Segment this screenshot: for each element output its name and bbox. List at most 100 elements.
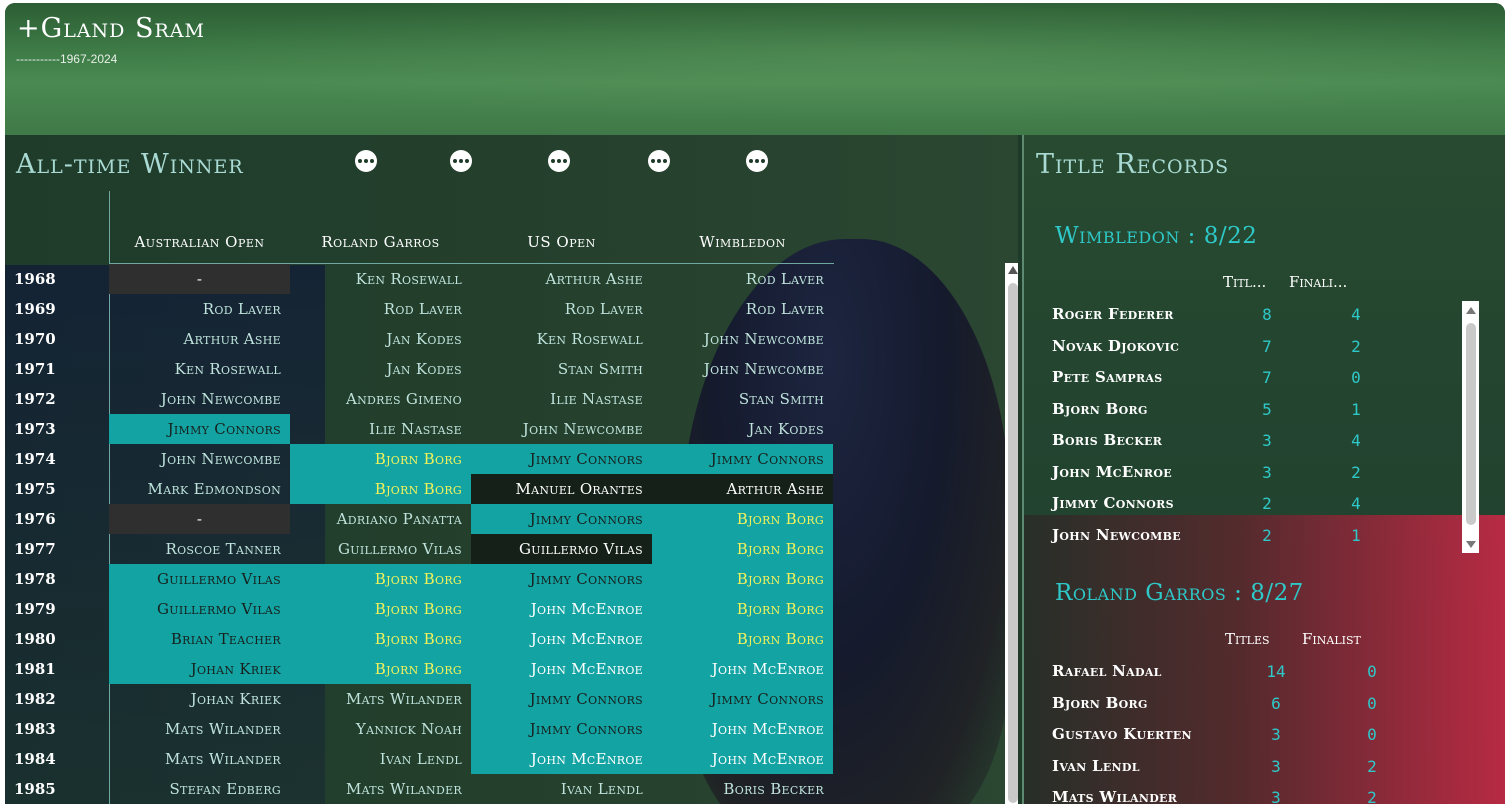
winner-cell[interactable]: Mats Wilander xyxy=(290,684,471,714)
winner-cell[interactable]: Johan Kriek xyxy=(109,654,290,684)
scroll-down-arrow-icon[interactable] xyxy=(1466,541,1476,548)
winner-cell[interactable]: John Newcombe xyxy=(652,324,833,354)
winner-cell[interactable]: Ken Rosewall xyxy=(471,324,652,354)
winner-cell[interactable]: Ivan Lendl xyxy=(290,744,471,774)
winner-cell[interactable]: Guillermo Vilas xyxy=(471,534,652,564)
winner-cell[interactable]: John Newcombe xyxy=(109,384,290,414)
finalist-column-header[interactable]: Finalist xyxy=(1302,630,1361,648)
winner-cell[interactable]: Brian Teacher xyxy=(109,624,290,654)
winner-cell[interactable]: Jimmy Connors xyxy=(471,564,652,594)
record-row[interactable]: Pete Sampras 7 0 xyxy=(1052,368,1432,399)
winner-cell[interactable]: Bjorn Borg xyxy=(652,624,833,654)
record-row[interactable]: Ivan Lendl 3 2 xyxy=(1052,757,1432,788)
winner-cell[interactable]: Jan Kodes xyxy=(290,354,471,384)
winner-cell[interactable]: John McEnroe xyxy=(471,654,652,684)
winner-cell[interactable]: Arthur Ashe xyxy=(652,474,833,504)
winner-cell[interactable]: Yannick Noah xyxy=(290,714,471,744)
winner-cell[interactable]: Jimmy Connors xyxy=(471,714,652,744)
scroll-up-arrow-icon[interactable] xyxy=(1008,266,1018,274)
winner-cell[interactable]: John McEnroe xyxy=(652,654,833,684)
winner-cell[interactable]: Jan Kodes xyxy=(652,414,833,444)
winner-cell[interactable]: John Newcombe xyxy=(109,444,290,474)
winner-cell[interactable]: Rod Laver xyxy=(471,294,652,324)
more-options-icon[interactable] xyxy=(450,150,472,172)
record-row[interactable]: Roger Federer 8 4 xyxy=(1052,305,1432,336)
winner-cell[interactable]: Bjorn Borg xyxy=(290,564,471,594)
winner-cell[interactable]: John Newcombe xyxy=(652,354,833,384)
winner-cell[interactable]: Rod Laver xyxy=(290,294,471,324)
winner-cell[interactable]: Ken Rosewall xyxy=(290,264,471,294)
winner-cell[interactable]: Ken Rosewall xyxy=(109,354,290,384)
winner-cell[interactable]: Ilie Nastase xyxy=(290,414,471,444)
winner-cell[interactable]: Mats Wilander xyxy=(290,774,471,804)
titles-column-header[interactable]: Titl... xyxy=(1223,273,1266,291)
winner-cell[interactable]: Rod Laver xyxy=(652,294,833,324)
winner-cell[interactable]: Mark Edmondson xyxy=(109,474,290,504)
winner-cell[interactable]: Bjorn Borg xyxy=(290,474,471,504)
winner-cell[interactable]: Boris Becker xyxy=(652,774,833,804)
winner-cell[interactable]: Bjorn Borg xyxy=(290,444,471,474)
winner-cell[interactable]: - xyxy=(109,504,290,534)
winner-cell[interactable]: Bjorn Borg xyxy=(652,564,833,594)
scroll-up-arrow-icon[interactable] xyxy=(1466,307,1476,314)
more-options-icon[interactable] xyxy=(548,150,570,172)
winner-cell[interactable]: Ilie Nastase xyxy=(471,384,652,414)
winner-cell[interactable]: John McEnroe xyxy=(652,744,833,774)
record-row[interactable]: Bjorn Borg 6 0 xyxy=(1052,694,1432,725)
winner-cell[interactable]: Jimmy Connors xyxy=(652,444,833,474)
winner-cell[interactable]: Mats Wilander xyxy=(109,714,290,744)
winner-cell[interactable]: Manuel Orantes xyxy=(471,474,652,504)
winner-cell[interactable]: Johan Kriek xyxy=(109,684,290,714)
winner-cell[interactable]: - xyxy=(109,264,290,294)
column-header-us-open[interactable]: US Open xyxy=(471,233,652,251)
record-row[interactable]: Boris Becker 3 4 xyxy=(1052,431,1432,462)
winner-cell[interactable]: Roscoe Tanner xyxy=(109,534,290,564)
winner-cell[interactable]: Arthur Ashe xyxy=(109,324,290,354)
winner-cell[interactable]: Bjorn Borg xyxy=(652,504,833,534)
record-row[interactable]: Bjorn Borg 5 1 xyxy=(1052,400,1432,431)
record-row[interactable]: Rafael Nadal 14 0 xyxy=(1052,662,1432,693)
winner-cell[interactable]: Bjorn Borg xyxy=(652,594,833,624)
more-options-icon[interactable] xyxy=(355,150,377,172)
record-row[interactable]: Gustavo Kuerten 3 0 xyxy=(1052,725,1432,756)
winner-cell[interactable]: Jimmy Connors xyxy=(109,414,290,444)
winner-cell[interactable]: John McEnroe xyxy=(471,624,652,654)
scrollbar-thumb[interactable] xyxy=(1466,323,1476,525)
winner-cell[interactable]: Adriano Panatta xyxy=(290,504,471,534)
record-scrollbar[interactable] xyxy=(1462,301,1479,553)
column-header-wimbledon[interactable]: Wimbledon xyxy=(652,233,833,251)
finalist-column-header[interactable]: Finali... xyxy=(1289,273,1347,291)
winner-cell[interactable]: Bjorn Borg xyxy=(290,594,471,624)
winner-cell[interactable]: Stan Smith xyxy=(652,384,833,414)
winner-cell[interactable]: Rod Laver xyxy=(109,294,290,324)
column-header-roland-garros[interactable]: Roland Garros xyxy=(290,233,471,251)
app-logo[interactable]: +Gland Sram xyxy=(17,13,205,44)
winner-cell[interactable]: Stan Smith xyxy=(471,354,652,384)
more-options-icon[interactable] xyxy=(648,150,670,172)
winner-cell[interactable]: John McEnroe xyxy=(652,714,833,744)
winner-cell[interactable]: Jimmy Connors xyxy=(471,504,652,534)
scrollbar-thumb[interactable] xyxy=(1008,283,1018,803)
winner-cell[interactable]: Rod Laver xyxy=(652,264,833,294)
winner-cell[interactable]: Mats Wilander xyxy=(109,744,290,774)
winner-cell[interactable]: Bjorn Borg xyxy=(652,534,833,564)
winner-cell[interactable]: Arthur Ashe xyxy=(471,264,652,294)
winner-cell[interactable]: Bjorn Borg xyxy=(290,624,471,654)
winner-cell[interactable]: Jimmy Connors xyxy=(471,684,652,714)
record-row[interactable]: Mats Wilander 3 2 xyxy=(1052,788,1432,804)
winner-cell[interactable]: Bjorn Borg xyxy=(290,654,471,684)
winner-cell[interactable]: Jimmy Connors xyxy=(652,684,833,714)
record-row[interactable]: Novak Djokovic 7 2 xyxy=(1052,337,1432,368)
column-header-australian-open[interactable]: Australian Open xyxy=(109,233,290,251)
table-scrollbar[interactable] xyxy=(1005,263,1018,804)
winner-cell[interactable]: Jimmy Connors xyxy=(471,444,652,474)
winner-cell[interactable]: John McEnroe xyxy=(471,744,652,774)
record-row[interactable]: John Newcombe 2 1 xyxy=(1052,526,1432,557)
winner-cell[interactable]: Stefan Edberg xyxy=(109,774,290,804)
winner-cell[interactable]: Andres Gimeno xyxy=(290,384,471,414)
winner-cell[interactable]: Guillermo Vilas xyxy=(109,594,290,624)
winner-cell[interactable]: Guillermo Vilas xyxy=(290,534,471,564)
titles-column-header[interactable]: Titles xyxy=(1225,630,1270,648)
winner-cell[interactable]: John Newcombe xyxy=(471,414,652,444)
winner-cell[interactable]: Jan Kodes xyxy=(290,324,471,354)
